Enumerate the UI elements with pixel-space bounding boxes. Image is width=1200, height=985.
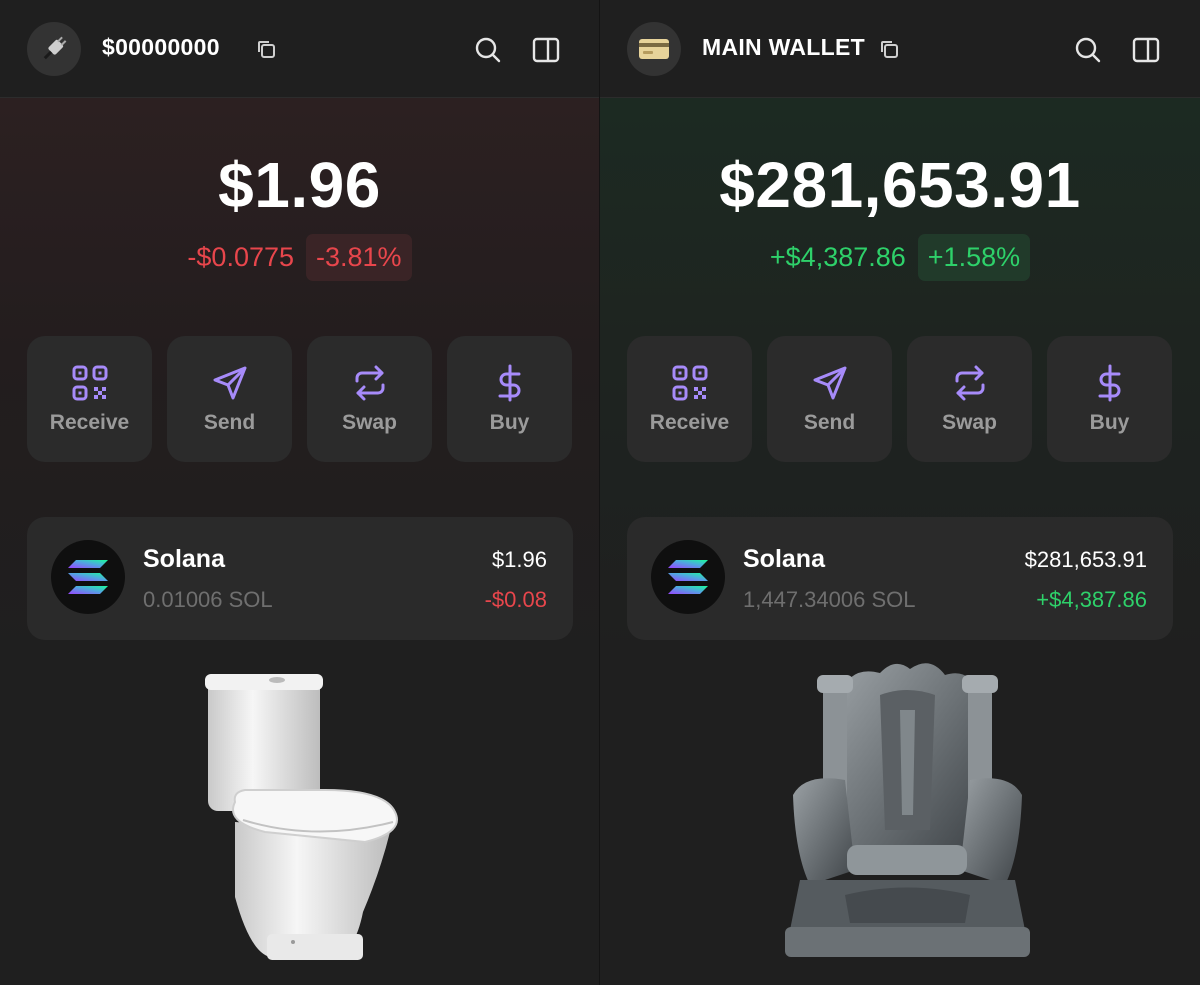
- swap-icon: [955, 365, 984, 401]
- total-balance: $1.96: [218, 149, 381, 221]
- toilet-illustration: [205, 674, 398, 960]
- change-percent-badge: -3.81%: [306, 234, 412, 281]
- dollar-icon: [1098, 364, 1120, 402]
- buy-button[interactable]: Buy: [1047, 336, 1172, 462]
- solana-logo-icon: [51, 540, 125, 614]
- receive-button[interactable]: Receive: [627, 336, 752, 462]
- wallet-header: MAIN WALLET: [600, 0, 1200, 98]
- total-balance: $281,653.91: [719, 149, 1081, 221]
- change-amount: +$4,387.86: [769, 242, 906, 272]
- token-value: $1.96: [491, 547, 547, 572]
- action-buttons: Receive Send Swap Buy: [27, 336, 572, 462]
- action-buttons: Receive Send Swap Buy: [627, 336, 1172, 462]
- copy-icon[interactable]: [254, 37, 278, 61]
- search-icon[interactable]: [474, 36, 502, 64]
- right-wallet-pane: MAIN WALLET $281,653.91 +$4,387.86 +1.58…: [600, 0, 1200, 985]
- balance-change-row: +$4,387.86 +1.58%: [600, 234, 1200, 281]
- swap-icon: [355, 365, 384, 401]
- token-name: Solana: [743, 545, 825, 573]
- qr-code-icon: [72, 365, 107, 401]
- left-wallet-pane: $00000000 $1.96 -$0.0775 -3.81% Receive …: [0, 0, 600, 985]
- swap-button[interactable]: Swap: [907, 336, 1032, 462]
- token-amount: 1,447.34006 SOL: [743, 587, 916, 612]
- swap-button[interactable]: Swap: [307, 336, 432, 462]
- send-icon: [213, 366, 246, 400]
- search-icon[interactable]: [1074, 36, 1102, 64]
- token-change: +$4,387.86: [1036, 587, 1147, 612]
- sidebar-toggle-icon[interactable]: [1132, 36, 1160, 64]
- wallet-avatar[interactable]: [627, 22, 681, 76]
- solana-logo-icon: [651, 540, 725, 614]
- action-label: Buy: [1089, 411, 1130, 434]
- token-value: $281,653.91: [1024, 547, 1147, 572]
- token-row-solana[interactable]: Solana 1,447.34006 SOL $281,653.91 +$4,3…: [627, 517, 1173, 640]
- sidebar-toggle-icon[interactable]: [532, 36, 560, 64]
- credit-card-icon: [639, 39, 669, 59]
- token-name: Solana: [143, 545, 225, 573]
- action-label: Swap: [942, 411, 997, 434]
- dollar-icon: [498, 364, 520, 402]
- stone-throne-illustration: [785, 663, 1030, 957]
- receive-button[interactable]: Receive: [27, 336, 152, 462]
- change-amount: -$0.0775: [187, 242, 295, 272]
- action-label: Send: [803, 411, 856, 434]
- wallet-header: $00000000: [0, 0, 599, 98]
- balance-change-row: -$0.0775 -3.81%: [0, 234, 599, 281]
- send-icon: [813, 366, 846, 400]
- wallet-avatar[interactable]: [27, 22, 81, 76]
- change-percent-badge: +1.58%: [917, 234, 1031, 281]
- token-change: -$0.08: [484, 587, 547, 612]
- token-row-solana[interactable]: Solana 0.01006 SOL $1.96 -$0.08: [27, 517, 573, 640]
- action-label: Receive: [49, 411, 130, 434]
- buy-button[interactable]: Buy: [447, 336, 572, 462]
- plug-icon: [43, 36, 67, 60]
- qr-code-icon: [672, 365, 707, 401]
- send-button[interactable]: Send: [767, 336, 892, 462]
- action-label: Buy: [489, 411, 530, 434]
- action-label: Swap: [342, 411, 397, 434]
- send-button[interactable]: Send: [167, 336, 292, 462]
- wallet-name[interactable]: $00000000: [102, 34, 220, 61]
- action-label: Receive: [649, 411, 730, 434]
- wallet-name[interactable]: MAIN WALLET: [702, 34, 865, 61]
- token-amount: 0.01006 SOL: [143, 587, 273, 612]
- action-label: Send: [203, 411, 256, 434]
- copy-icon[interactable]: [877, 37, 901, 61]
